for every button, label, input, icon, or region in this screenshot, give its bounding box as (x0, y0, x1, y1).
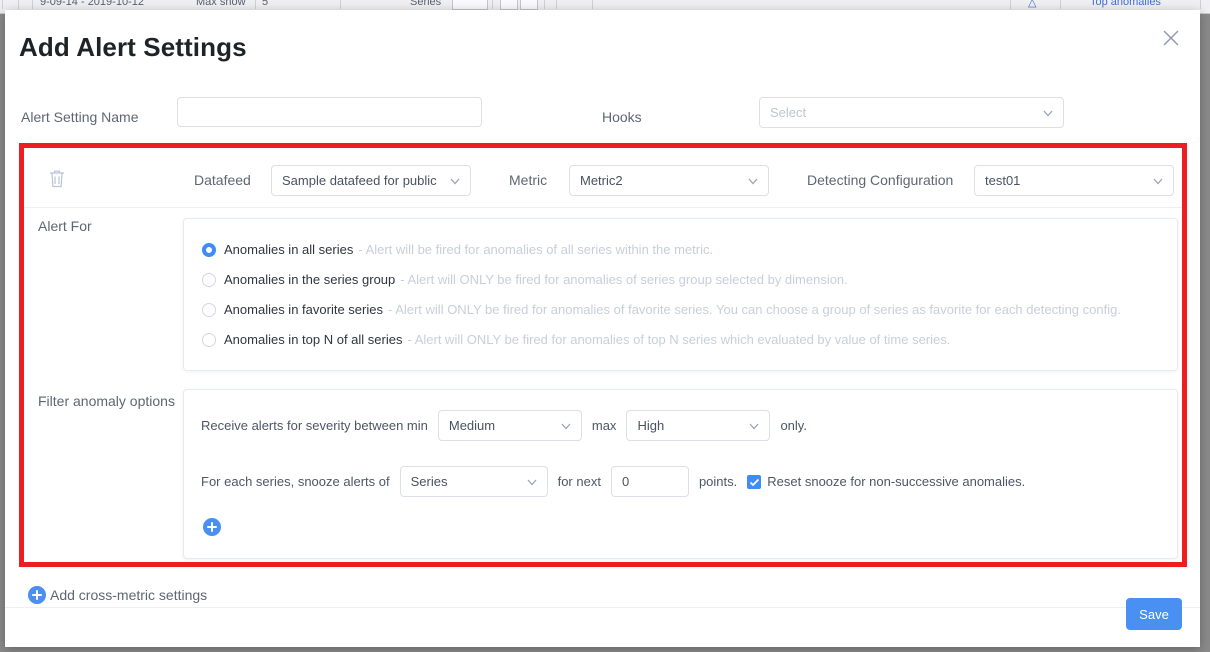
radio-indicator (202, 273, 216, 287)
severity-suffix-label: only. (780, 418, 807, 433)
radio-description: - Alert will ONLY be fired for anomalies… (407, 332, 950, 347)
plus-circle-icon (28, 586, 46, 604)
hooks-label: Hooks (602, 109, 642, 125)
chevron-down-icon (525, 475, 539, 489)
save-button[interactable]: Save (1126, 598, 1182, 630)
snooze-scope-select[interactable]: Series (400, 466, 548, 497)
severity-prefix-label: Receive alerts for severity between min (201, 418, 428, 433)
radio-anomalies-series-group[interactable]: Anomalies in the series group - Alert wi… (202, 270, 1121, 289)
alert-setting-name-label: Alert Setting Name (21, 109, 139, 125)
metric-select-value: Metric2 (570, 173, 623, 188)
snooze-prefix-label: For each series, snooze alerts of (201, 474, 390, 489)
bg-series-label: Series (410, 0, 441, 8)
chevron-down-icon (747, 419, 761, 433)
radio-label: Anomalies in favorite series (224, 302, 383, 317)
radio-description: - Alert will ONLY be fired for anomalies… (400, 272, 848, 287)
alert-setting-name-input[interactable] (177, 97, 482, 127)
trash-icon[interactable] (47, 168, 67, 190)
severity-filter-row: Receive alerts for severity between min … (201, 410, 807, 441)
page-title: Add Alert Settings (19, 32, 247, 63)
close-icon[interactable] (1159, 26, 1183, 50)
alert-for-panel: Anomalies in all series - Alert will be … (183, 218, 1178, 371)
snooze-points-unit-label: points. (699, 474, 737, 489)
radio-indicator (202, 303, 216, 317)
radio-indicator (202, 333, 216, 347)
chevron-down-icon (559, 419, 573, 433)
radio-description: - Alert will ONLY be fired for anomalies… (388, 302, 1121, 317)
bg-top-anomalies-label: Top anomalies (1090, 0, 1161, 8)
bg-max-show-value: 5 (262, 0, 268, 8)
top-form-row: Alert Setting Name Hooks Select (5, 96, 1200, 142)
radio-anomalies-all-series[interactable]: Anomalies in all series - Alert will be … (202, 240, 1121, 259)
metric-config-row: Datafeed Sample datafeed for public Metr… (24, 153, 1183, 208)
add-alert-settings-dialog: Add Alert Settings Alert Setting Name Ho… (5, 10, 1200, 647)
snooze-scope-value: Series (401, 474, 448, 489)
chevron-down-icon (1151, 174, 1165, 188)
datafeed-select-value: Sample datafeed for public (272, 173, 437, 188)
chevron-down-icon (746, 174, 760, 188)
add-cross-metric-settings-button[interactable]: Add cross-metric settings (28, 586, 207, 604)
add-filter-row-button[interactable] (203, 518, 221, 536)
radio-label: Anomalies in the series group (224, 272, 395, 287)
alert-for-label: Alert For (38, 218, 92, 234)
hooks-select-value: Select (760, 105, 806, 120)
radio-description: - Alert will be fired for anomalies of a… (358, 242, 713, 257)
radio-label: Anomalies in all series (224, 242, 353, 257)
radio-anomalies-top-n[interactable]: Anomalies in top N of all series - Alert… (202, 330, 1121, 349)
datafeed-label: Datafeed (194, 172, 251, 188)
reset-snooze-label: Reset snooze for non-successive anomalie… (767, 474, 1025, 489)
plus-circle-icon (203, 518, 221, 536)
severity-min-value: Medium (439, 418, 495, 433)
severity-max-value: High (627, 418, 664, 433)
severity-max-select[interactable]: High (626, 410, 770, 441)
reset-snooze-checkbox[interactable] (747, 475, 761, 489)
snooze-points-input[interactable] (611, 466, 689, 497)
bg-date-range: 9-09-14 - 2019-10-12 (40, 0, 144, 8)
severity-max-label: max (592, 418, 617, 433)
metric-label: Metric (509, 172, 547, 188)
snooze-for-next-label: for next (558, 474, 601, 489)
metric-select[interactable]: Metric2 (569, 165, 769, 196)
filter-anomaly-options-panel: Receive alerts for severity between min … (183, 389, 1178, 559)
radio-indicator (202, 243, 216, 257)
add-cross-metric-settings-label: Add cross-metric settings (50, 587, 207, 603)
screen: 9-09-14 - 2019-10-12 Max show 5 Series △… (0, 0, 1210, 652)
bg-max-show-label: Max show (196, 0, 246, 8)
detecting-configuration-label: Detecting Configuration (807, 172, 953, 188)
severity-min-select[interactable]: Medium (438, 410, 582, 441)
detecting-configuration-select-value: test01 (975, 173, 1020, 188)
alert-for-radio-group: Anomalies in all series - Alert will be … (202, 240, 1121, 360)
footer-divider (5, 607, 1200, 608)
chevron-down-icon (448, 174, 462, 188)
filter-anomaly-options-label: Filter anomaly options (38, 393, 175, 409)
radio-label: Anomalies in top N of all series (224, 332, 402, 347)
radio-anomalies-favorite-series[interactable]: Anomalies in favorite series - Alert wil… (202, 300, 1121, 319)
snooze-filter-row: For each series, snooze alerts of Series… (201, 466, 1025, 497)
datafeed-select[interactable]: Sample datafeed for public (271, 165, 471, 196)
chevron-down-icon (1041, 106, 1055, 120)
hooks-select[interactable]: Select (759, 97, 1064, 128)
detecting-configuration-select[interactable]: test01 (974, 165, 1174, 196)
